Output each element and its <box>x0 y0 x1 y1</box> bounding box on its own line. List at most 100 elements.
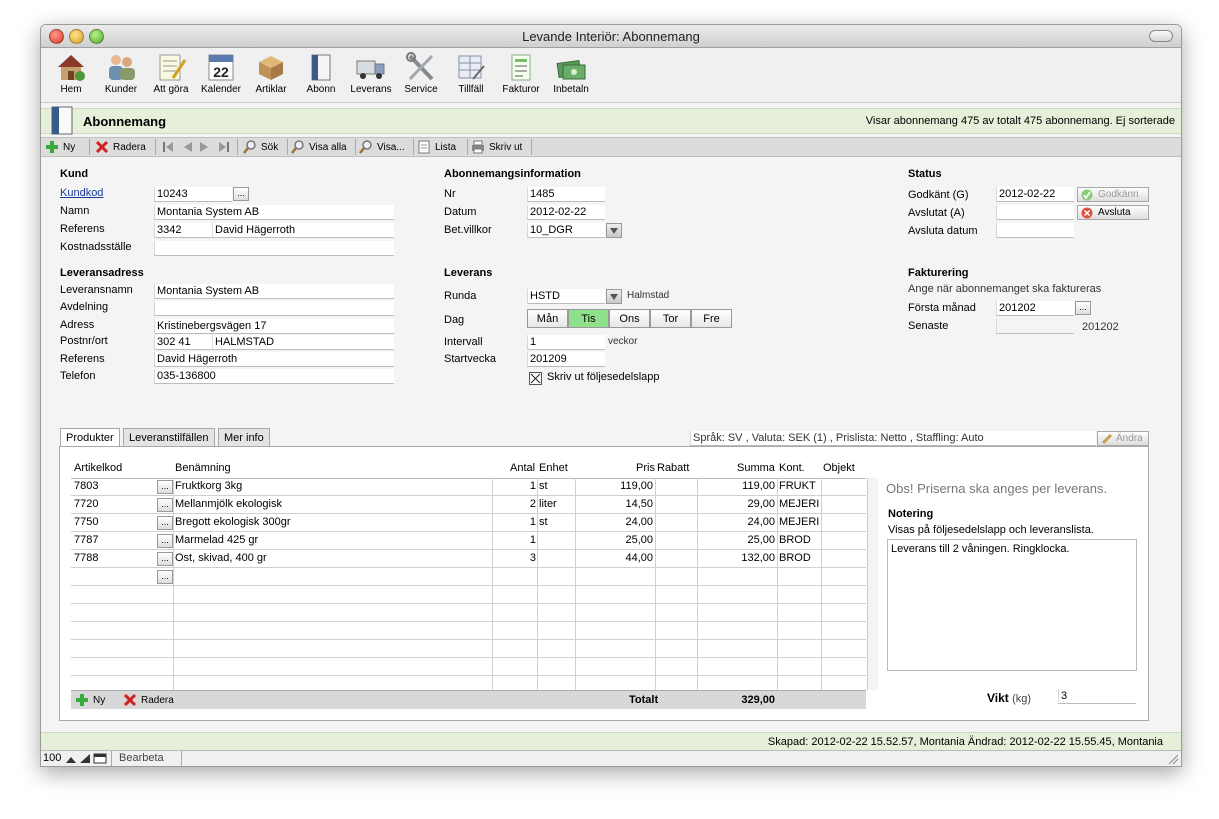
list-button[interactable]: Lista <box>417 140 456 154</box>
avslutat-field[interactable] <box>996 205 1074 220</box>
day-wed-button[interactable]: Ons <box>609 309 650 328</box>
app-window: Levande Interiör: Abonnemang Hem Kunder … <box>40 24 1182 767</box>
toolbar-kunder[interactable]: Kunder <box>96 52 146 95</box>
row-lookup-button[interactable]: ... <box>157 570 173 584</box>
first-record-button[interactable] <box>161 140 179 154</box>
vikt-field[interactable]: 3 <box>1058 689 1136 704</box>
new-button[interactable]: Ny <box>45 140 75 154</box>
forsta-manad-lookup-button[interactable]: ... <box>1075 301 1091 315</box>
end-subscription-button[interactable]: Avsluta <box>1077 205 1149 220</box>
tab-leveranstillfallen[interactable]: Leveranstilfällen <box>123 428 215 447</box>
table-row[interactable]: 7720 ... Mellanmjölk ekologisk 2 liter 1… <box>71 496 866 514</box>
zoom-out-icon[interactable] <box>65 753 77 764</box>
toolbar-leverans[interactable]: Leverans <box>346 52 396 95</box>
row-lookup-button[interactable]: ... <box>157 552 173 566</box>
row-lookup-button[interactable]: ... <box>157 516 173 530</box>
senaste-value: 201202 <box>1082 321 1119 333</box>
startvecka-field[interactable]: 201209 <box>527 352 605 367</box>
avdelning-field[interactable] <box>154 301 394 316</box>
day-fri-button[interactable]: Fre <box>691 309 732 328</box>
add-row-button[interactable]: Ny <box>75 693 105 707</box>
day-tue-button[interactable]: Tis <box>568 309 609 328</box>
table-row[interactable]: 7787 ... Marmelad 425 gr 1 25,00 25,00 B… <box>71 532 866 550</box>
toolbar-artiklar[interactable]: Artiklar <box>246 52 296 95</box>
zoom-in-icon[interactable] <box>79 753 91 764</box>
tab-produkter[interactable]: Produkter <box>60 428 120 448</box>
godkant-field[interactable]: 2012-02-22 <box>996 187 1074 202</box>
zoom-level[interactable]: 100 <box>43 752 61 764</box>
ort-field[interactable]: HALMSTAD <box>212 335 394 350</box>
toolbar-att-gora[interactable]: Att göra <box>146 52 196 95</box>
adress-field[interactable]: Kristinebergsvägen 17 <box>154 319 394 334</box>
table-row[interactable]: 7750 ... Bregott ekologisk 300gr 1 st 24… <box>71 514 866 532</box>
dag-label: Dag <box>444 314 465 326</box>
kundkod-link[interactable]: Kundkod <box>60 187 103 199</box>
betvillkor-dropdown[interactable] <box>606 223 622 238</box>
datum-field[interactable]: 2012-02-22 <box>527 205 605 220</box>
notering-textarea[interactable]: Leverans till 2 våningen. Ringklocka. <box>887 539 1137 671</box>
senaste-field <box>996 319 1074 334</box>
search-button[interactable]: Sök <box>243 140 278 154</box>
row-lookup-button[interactable]: ... <box>157 498 173 512</box>
kund-heading: Kund <box>60 168 89 180</box>
table-row-empty[interactable] <box>71 604 866 622</box>
toolbar-abonn[interactable]: Abonn <box>296 52 346 95</box>
toolbar-toggle-button[interactable] <box>1149 30 1173 42</box>
last-icon <box>219 142 229 152</box>
table-row-empty[interactable] <box>71 640 866 658</box>
leverans-referens-field[interactable]: David Hägerroth <box>154 352 394 367</box>
day-thu-button[interactable]: Tor <box>650 309 691 328</box>
table-row-empty[interactable] <box>71 622 866 640</box>
delete-row-button[interactable]: Radera <box>123 693 174 707</box>
delete-button[interactable]: Radera <box>95 140 146 154</box>
avsluta-datum-field[interactable] <box>996 223 1074 238</box>
print-button[interactable]: Skriv ut <box>471 140 522 154</box>
leveransnamn-field[interactable]: Montania System AB <box>154 284 394 299</box>
toolbar-inbetaln[interactable]: Inbetaln <box>546 52 596 95</box>
telefon-field[interactable]: 035-136800 <box>154 369 394 384</box>
show-button[interactable]: Visa... <box>359 140 405 154</box>
table-row[interactable]: 7803 ... Fruktkorg 3kg 1 st 119,00 119,0… <box>71 478 866 496</box>
col-summa: Summa <box>737 462 775 474</box>
approve-button[interactable]: Godkänn <box>1077 187 1149 202</box>
kundkod-lookup-button[interactable]: ... <box>233 187 249 201</box>
table-row-empty[interactable] <box>71 658 866 676</box>
show-all-button[interactable]: Visa alla <box>291 140 347 154</box>
resize-grip-icon[interactable] <box>1167 753 1179 765</box>
row-lookup-button[interactable]: ... <box>157 480 173 494</box>
runda-field[interactable]: HSTD <box>527 289 605 304</box>
toolbar-kalender[interactable]: 22 Kalender <box>196 52 246 95</box>
leveransnamn-label: Leveransnamn <box>60 284 133 296</box>
next-record-button[interactable] <box>197 140 215 154</box>
row-lookup-button[interactable]: ... <box>157 534 173 548</box>
last-record-button[interactable] <box>217 140 235 154</box>
toolbar-fakturor[interactable]: Fakturor <box>496 52 546 95</box>
tab-mer-info[interactable]: Mer info <box>218 428 270 447</box>
runda-dropdown[interactable] <box>606 289 622 304</box>
change-settings-button[interactable]: Ändra <box>1097 431 1149 446</box>
toolbar-hem[interactable]: Hem <box>46 52 96 95</box>
table-row-empty[interactable] <box>71 586 866 604</box>
intervall-field[interactable]: 1 <box>527 335 605 350</box>
col-artikelkod: Artikelkod <box>74 462 123 474</box>
toolbar-service[interactable]: Service <box>396 52 446 95</box>
referens-namn-field[interactable]: David Hägerroth <box>212 223 394 238</box>
referens-label: Referens <box>60 223 105 235</box>
namn-field[interactable]: Montania System AB <box>154 205 394 220</box>
layout-toggle-icon[interactable] <box>93 753 107 764</box>
table-row[interactable]: 7788 ... Ost, skivad, 400 gr 3 44,00 132… <box>71 550 866 568</box>
col-pris: Pris <box>636 462 655 474</box>
table-scrollbar[interactable] <box>867 478 878 690</box>
nr-field[interactable]: 1485 <box>527 187 605 202</box>
print-slip-checkbox[interactable] <box>529 372 542 385</box>
referens-nr-field[interactable]: 3342 <box>154 223 212 238</box>
kundkod-field[interactable]: 10243 <box>154 187 232 202</box>
toolbar-tillfall[interactable]: Tillfäll <box>446 52 496 95</box>
postnr-field[interactable]: 302 41 <box>154 335 212 350</box>
day-mon-button[interactable]: Mån <box>527 309 568 328</box>
forsta-manad-field[interactable]: 201202 <box>996 301 1074 316</box>
table-row-empty[interactable]: ... <box>71 568 866 586</box>
betvillkor-field[interactable]: 10_DGR <box>527 223 605 238</box>
kostnadsstalle-field[interactable] <box>154 241 394 256</box>
prev-icon <box>184 142 192 152</box>
